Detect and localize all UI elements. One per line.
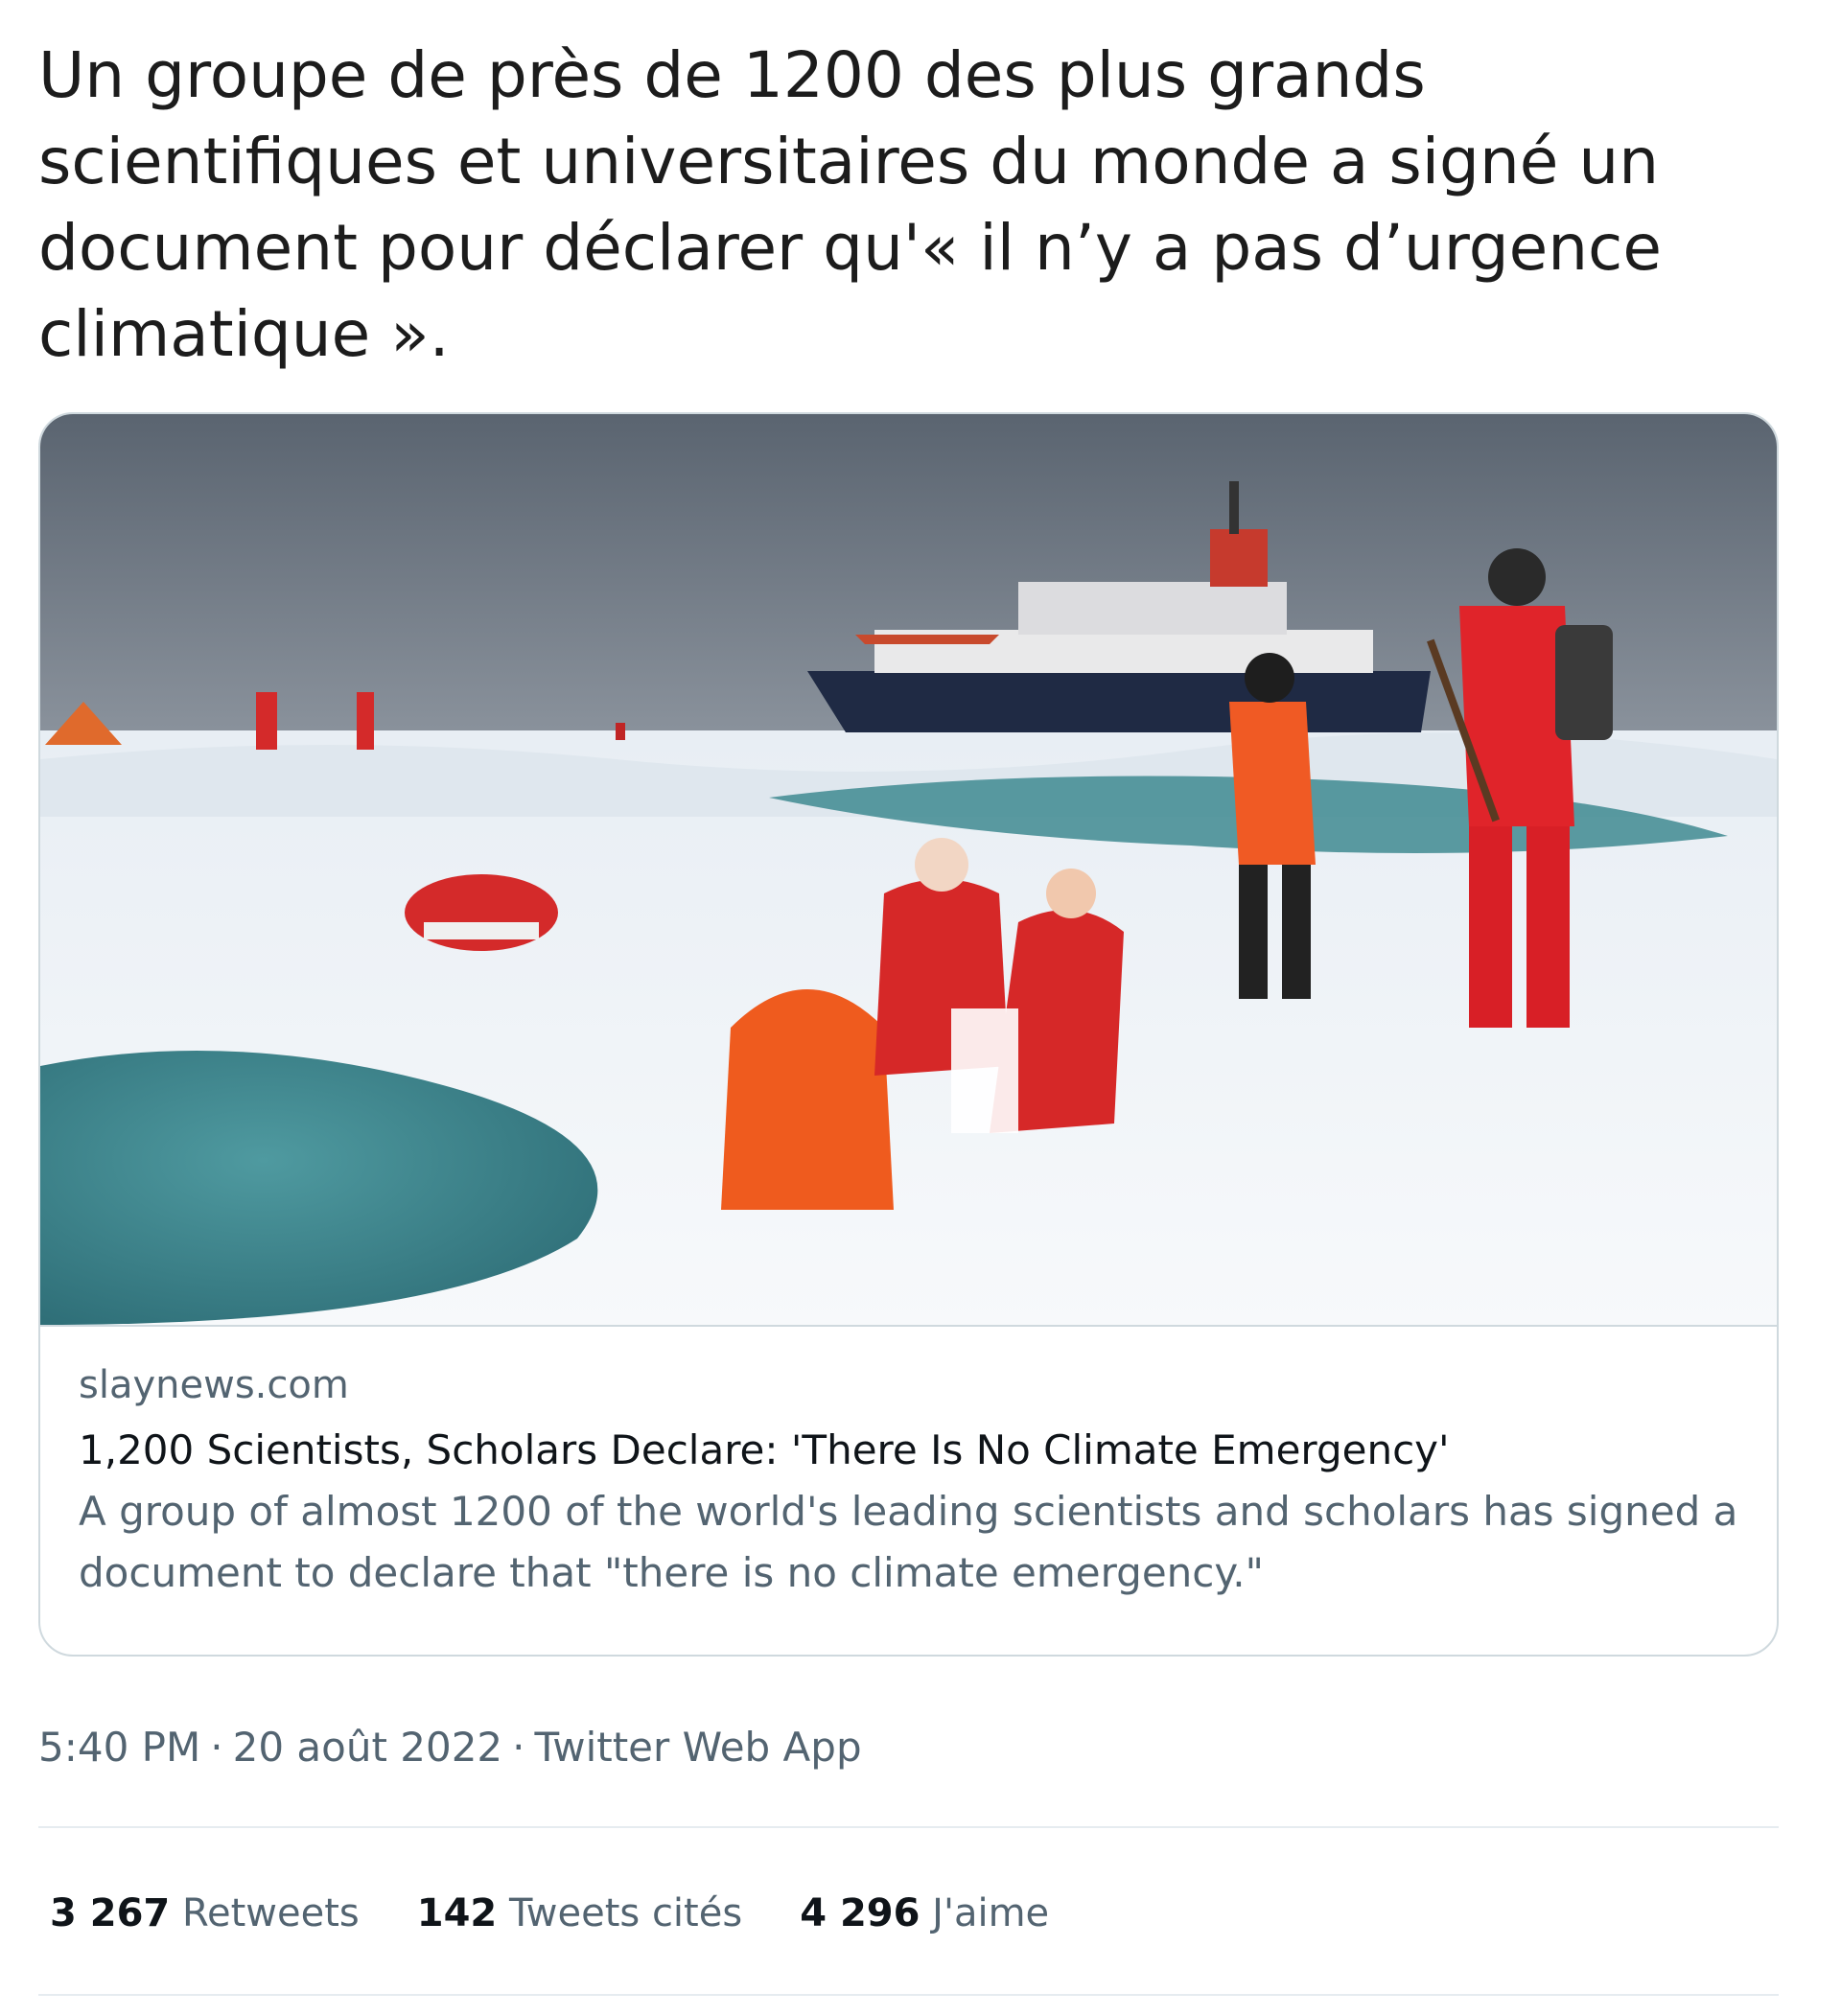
likes-stat[interactable]: 4 296 J'aime [800, 1887, 1049, 1940]
quotes-label: Tweets cités [508, 1891, 743, 1935]
retweets-label: Retweets [181, 1891, 360, 1935]
likes-label: J'aime [932, 1891, 1050, 1935]
engagement-stats: 3 267 Retweets 142 Tweets cités 4 296 J'… [50, 1887, 1049, 1940]
retweets-stat[interactable]: 3 267 Retweets [50, 1887, 360, 1940]
tweet-text: Un groupe de près de 1200 des plus grand… [38, 38, 1662, 371]
card-meta: slaynews.com 1,200 Scientists, Scholars … [79, 1358, 1747, 1604]
link-preview-card[interactable]: slaynews.com 1,200 Scientists, Scholars … [38, 412, 1779, 1657]
meta-separator: · [512, 1724, 525, 1771]
card-title: 1,200 Scientists, Scholars Declare: 'The… [79, 1426, 1450, 1473]
quotes-stat[interactable]: 142 Tweets cités [417, 1887, 742, 1940]
tweet-time[interactable]: 5:40 PM [38, 1724, 200, 1771]
card-divider [40, 1325, 1777, 1327]
card-image[interactable] [40, 414, 1777, 1325]
divider [38, 1994, 1779, 1996]
quotes-count: 142 [416, 1891, 498, 1935]
retweets-count: 3 267 [50, 1891, 171, 1935]
tweet-date[interactable]: 20 août 2022 [233, 1724, 503, 1771]
likes-count: 4 296 [800, 1891, 920, 1935]
tweet-source[interactable]: Twitter Web App [535, 1724, 862, 1771]
card-domain: slaynews.com [79, 1363, 349, 1407]
card-description: A group of almost 1200 of the world's le… [79, 1488, 1738, 1596]
meta-separator: · [210, 1724, 223, 1771]
tweet-meta: 5:40 PM · 20 août 2022 · Twitter Web App [38, 1721, 862, 1774]
divider [38, 1826, 1779, 1828]
